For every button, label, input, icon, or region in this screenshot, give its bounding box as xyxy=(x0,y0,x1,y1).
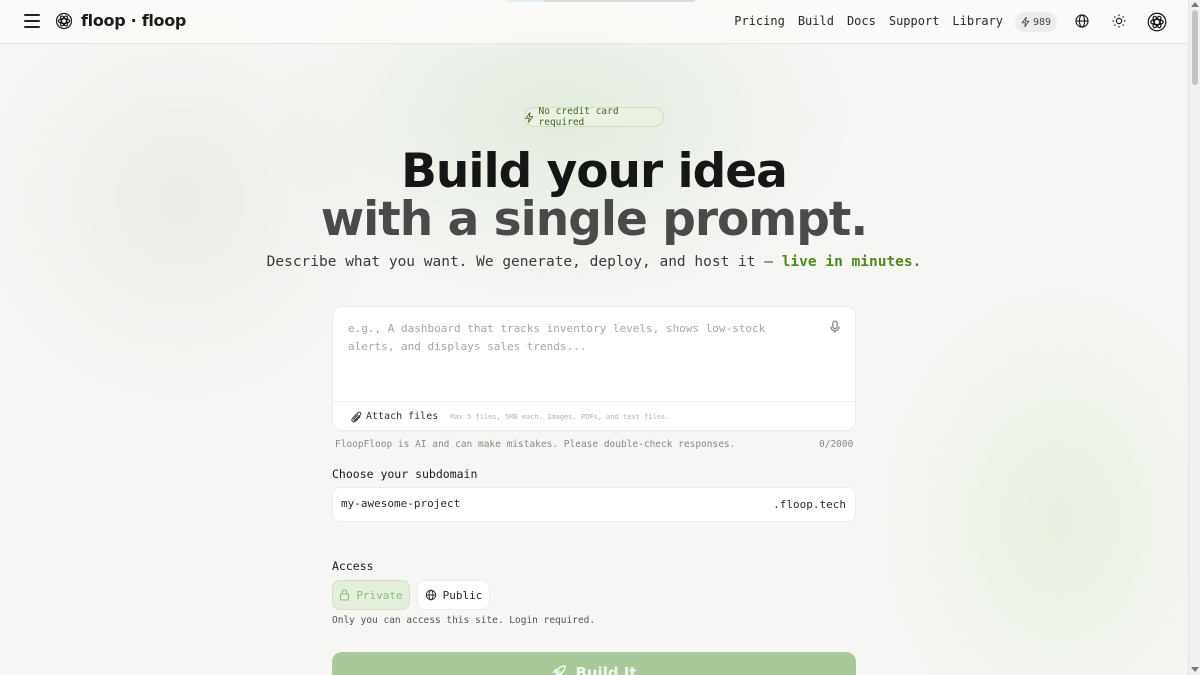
paperclip-icon xyxy=(351,411,362,422)
rocket-icon xyxy=(552,665,567,675)
subdomain-input[interactable] xyxy=(341,497,741,510)
access-label: Access xyxy=(332,559,374,573)
subtitle-highlight: live in minutes. xyxy=(781,254,922,270)
prompt-footer: Attach files Max 5 files, 5MB each. Imag… xyxy=(333,401,855,431)
attach-hint: Max 5 files, 5MB each. Images, PDFs, and… xyxy=(450,412,670,421)
badge-text: No credit card required xyxy=(538,106,619,128)
page-scrollbar[interactable] xyxy=(1188,0,1200,675)
build-it-label: Build It xyxy=(575,664,637,675)
subdomain-field: .floop.tech xyxy=(332,487,856,522)
private-label: Private xyxy=(356,588,403,602)
brand-name: floop · floop xyxy=(81,11,187,30)
theme-sun-icon[interactable] xyxy=(1111,13,1127,29)
nav-support[interactable]: Support xyxy=(889,14,940,28)
access-private-button[interactable]: Private xyxy=(332,580,410,610)
nav-docs[interactable]: Docs xyxy=(847,14,876,28)
credits-count: 989 xyxy=(1032,16,1052,28)
globe-icon xyxy=(425,589,436,601)
user-avatar-icon[interactable] xyxy=(1147,12,1167,32)
attach-files-label: Attach files xyxy=(366,411,439,422)
nav-library[interactable]: Library xyxy=(952,14,1003,28)
lock-icon xyxy=(340,589,350,601)
no-credit-card-badge: No credit card required xyxy=(524,106,664,128)
scroll-down-arrow-icon[interactable] xyxy=(1191,667,1199,672)
nav-pricing[interactable]: Pricing xyxy=(734,14,785,28)
subtitle-text: Describe what you want. We generate, dep… xyxy=(266,254,782,270)
lightning-icon xyxy=(525,111,534,123)
top-navbar: floop · floop Pricing Build Docs Support… xyxy=(0,0,1188,44)
lightning-icon xyxy=(1021,17,1030,27)
credits-badge[interactable]: 989 xyxy=(1015,12,1057,32)
brand-logo-link[interactable]: floop · floop xyxy=(55,11,186,30)
microphone-icon[interactable] xyxy=(829,320,841,334)
hero-title-line1: Build your idea xyxy=(401,144,788,199)
ai-disclaimer: FloopFloop is AI and can make mistakes. … xyxy=(335,439,736,450)
attach-files-button[interactable]: Attach files xyxy=(351,411,438,423)
atom-logo-icon xyxy=(55,12,73,29)
prompt-textarea[interactable] xyxy=(348,320,818,390)
prompt-card: Attach files Max 5 files, 5MB each. Imag… xyxy=(332,306,856,431)
language-globe-icon[interactable] xyxy=(1074,13,1090,29)
subdomain-suffix: .floop.tech xyxy=(773,498,846,511)
hero-subtitle: Describe what you want. We generate, dep… xyxy=(0,254,1188,270)
scroll-up-arrow-icon[interactable] xyxy=(1191,2,1199,7)
character-counter: 0/2000 xyxy=(819,439,854,450)
public-label: Public xyxy=(442,588,483,602)
main-nav: Pricing Build Docs Support Library xyxy=(734,14,1003,28)
hero-title-line2: with a single prompt. xyxy=(320,192,869,247)
access-hint: Only you can access this site. Login req… xyxy=(332,615,596,626)
scroll-thumb[interactable] xyxy=(1192,10,1198,85)
build-it-button[interactable]: Build It xyxy=(332,652,856,675)
hamburger-menu-icon[interactable] xyxy=(24,14,40,28)
access-public-button[interactable]: Public xyxy=(417,580,490,610)
subdomain-label: Choose your subdomain xyxy=(332,467,478,481)
nav-build[interactable]: Build xyxy=(798,14,834,28)
